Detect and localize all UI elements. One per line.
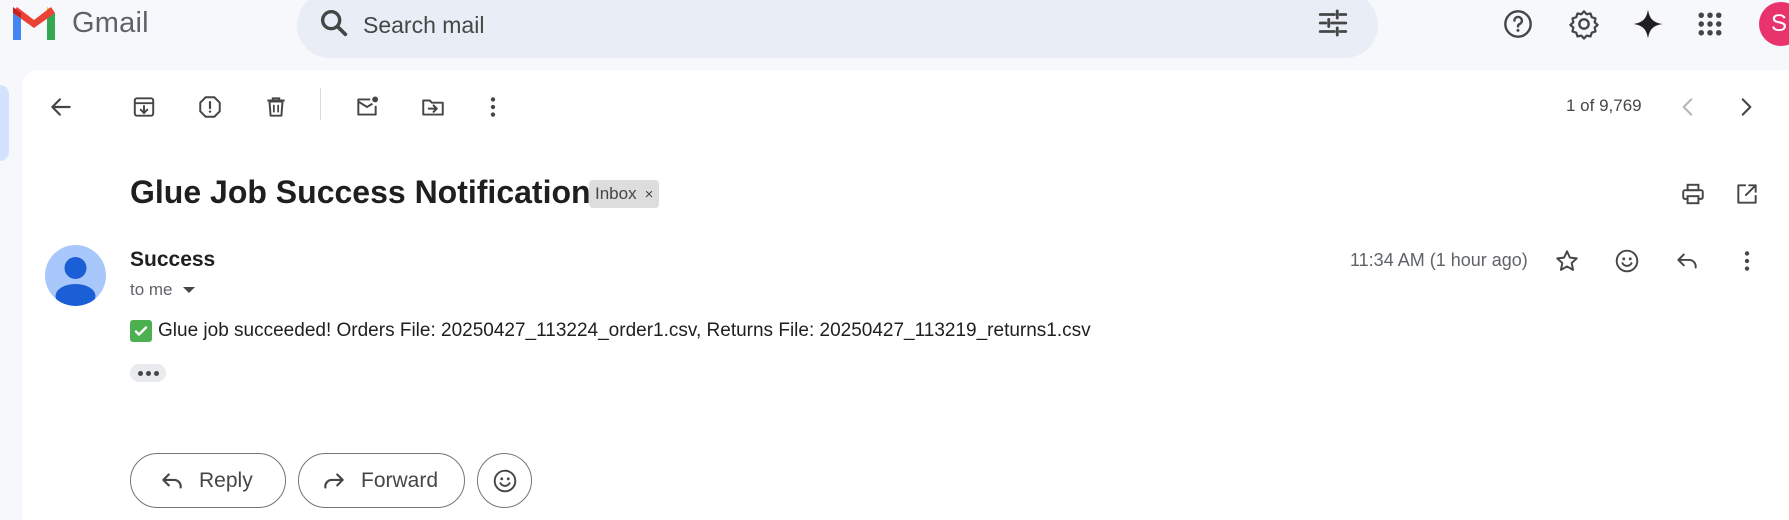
sender-avatar[interactable] [45, 245, 106, 306]
toolbar-divider [320, 88, 321, 120]
gmail-logo-icon [13, 7, 55, 40]
more-options-icon[interactable] [1727, 241, 1767, 281]
star-icon[interactable] [1547, 241, 1587, 281]
inbox-label-chip[interactable]: Inbox × [589, 180, 660, 208]
forward-button-label: Forward [361, 468, 439, 492]
more-icon[interactable] [473, 87, 513, 127]
message-counter: 1 of 9,769 [1566, 96, 1642, 115]
emoji-reaction-icon [493, 469, 516, 492]
person-icon [55, 257, 96, 306]
gear-icon[interactable] [1564, 4, 1604, 44]
move-to-icon[interactable] [413, 87, 453, 127]
reply-icon[interactable] [1667, 241, 1707, 281]
message-panel [22, 70, 1789, 520]
app-name: Gmail [72, 6, 149, 39]
help-icon[interactable] [1498, 4, 1538, 44]
chevron-left-icon[interactable] [1668, 87, 1708, 127]
remove-label-icon[interactable]: × [645, 186, 654, 203]
search-input[interactable]: Search mail [363, 12, 484, 39]
sender-name[interactable]: Success [130, 248, 215, 272]
top-bar: Gmail Search mail S [0, 0, 1789, 66]
apps-icon[interactable] [1690, 4, 1730, 44]
email-body: Glue job succeeded! Orders File: 2025042… [130, 320, 1091, 342]
react-emoji-button[interactable] [477, 453, 532, 508]
chevron-down-icon[interactable] [182, 287, 195, 293]
archive-icon[interactable] [124, 87, 164, 127]
search-icon[interactable] [317, 6, 351, 40]
reply-arrow-icon [162, 472, 182, 489]
compose-button-edge[interactable] [0, 85, 9, 161]
email-body-text: Glue job succeeded! Orders File: 2025042… [158, 320, 1091, 341]
gmail-logo[interactable]: Gmail [10, 4, 149, 42]
account-initial: S [1771, 10, 1788, 37]
email-timestamp: 11:34 AM (1 hour ago) [1350, 250, 1528, 270]
emoji-icon[interactable] [1607, 241, 1647, 281]
tune-icon[interactable] [1316, 6, 1350, 40]
check-mark-icon [130, 320, 152, 342]
back-icon[interactable] [41, 87, 81, 127]
report-spam-icon[interactable] [190, 87, 230, 127]
gemini-icon[interactable] [1628, 4, 1668, 44]
open-new-window-icon[interactable] [1727, 174, 1767, 214]
reply-button-label: Reply [199, 468, 253, 492]
chevron-right-icon[interactable] [1726, 87, 1766, 127]
label-text: Inbox [595, 184, 637, 203]
recipient-text: to me [130, 280, 173, 299]
account-avatar[interactable]: S [1759, 2, 1789, 46]
show-trimmed-content-button[interactable] [130, 364, 166, 382]
forward-arrow-icon [324, 472, 344, 489]
recipient-details[interactable]: to me [130, 280, 195, 300]
print-icon[interactable] [1673, 174, 1713, 214]
mark-unread-icon[interactable] [347, 87, 387, 127]
email-subject: Glue Job Success Notification [130, 174, 591, 210]
forward-button[interactable]: Forward [298, 453, 465, 508]
search-bar[interactable]: Search mail [297, 0, 1378, 58]
delete-icon[interactable] [256, 87, 296, 127]
reply-button[interactable]: Reply [130, 453, 286, 508]
